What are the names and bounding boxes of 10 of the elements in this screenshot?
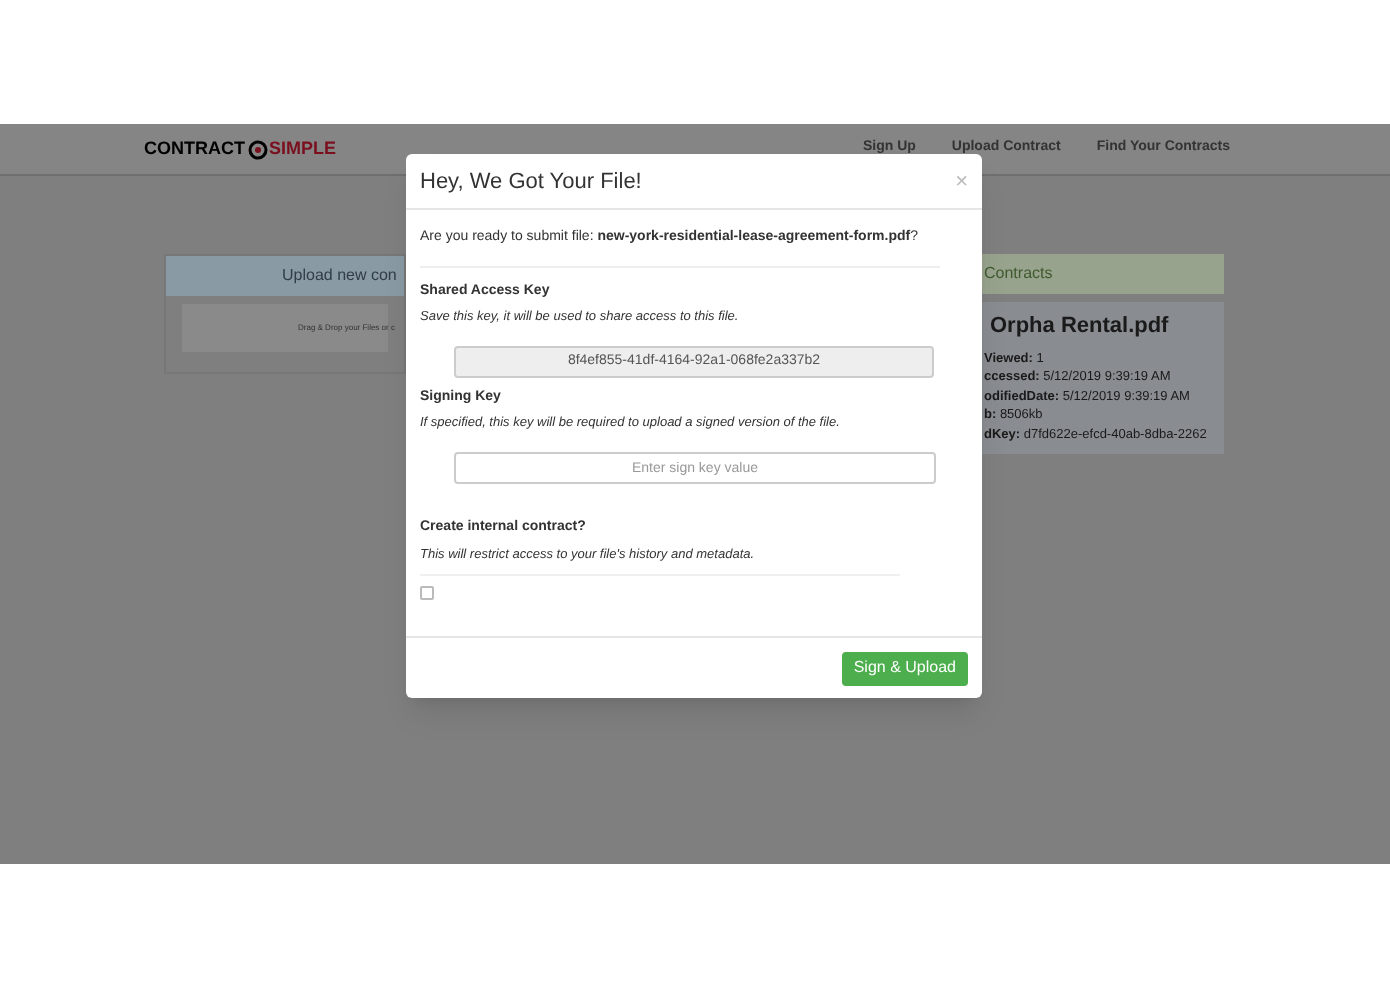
- target-icon: [247, 139, 267, 159]
- modal-title: Hey, We Got Your File!: [420, 167, 642, 198]
- panel-header: Upload new con: [166, 256, 404, 296]
- checkbox[interactable]: [420, 586, 434, 601]
- logo-text: SIMPLE: [269, 135, 337, 162]
- panel-header: Contracts: [982, 254, 1224, 294]
- logo-text: CONTRACT: [144, 135, 245, 162]
- card-title: Orpha Rental.pdf: [988, 312, 1171, 342]
- close-button[interactable]: ×: [955, 171, 968, 193]
- sign-upload-button[interactable]: Sign & Upload: [841, 651, 968, 685]
